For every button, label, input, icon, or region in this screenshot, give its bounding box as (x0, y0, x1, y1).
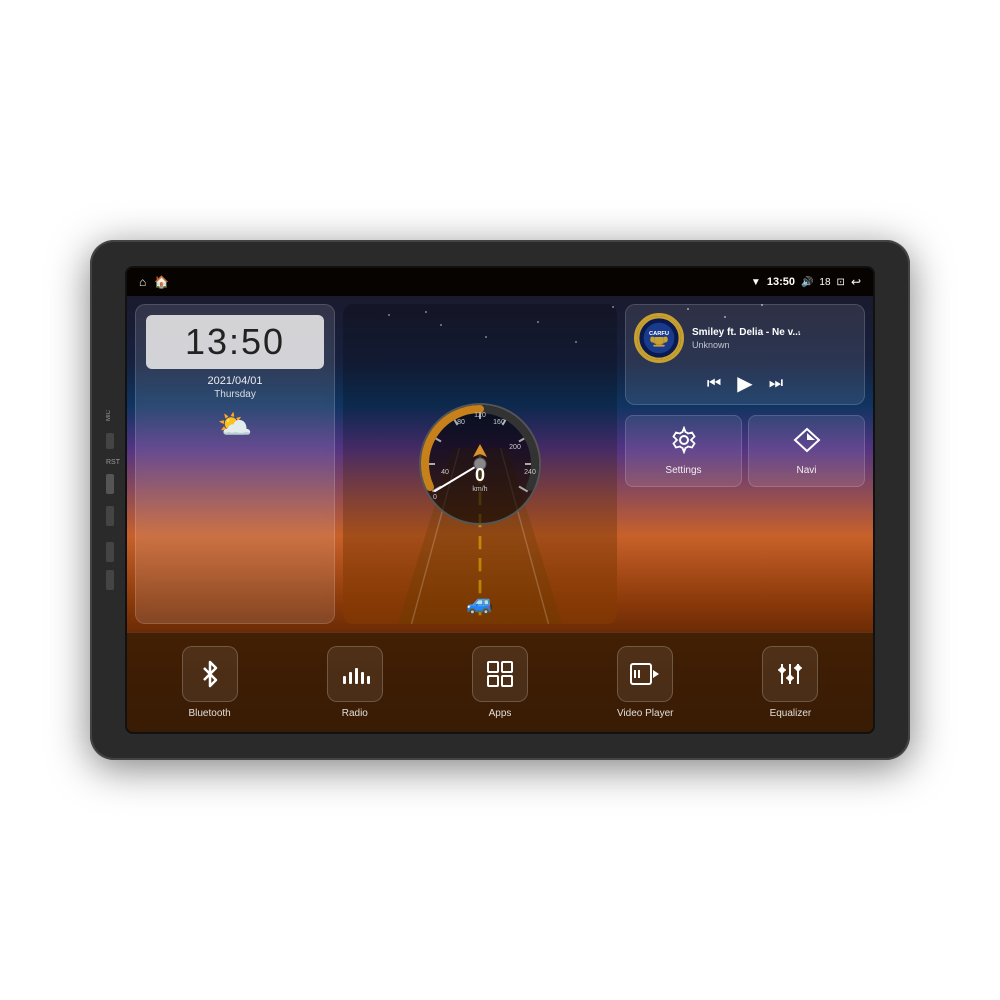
bluetooth-icon-wrapper (182, 646, 238, 702)
svg-text:0: 0 (433, 494, 437, 501)
clock-date: 2021/04/01 (146, 375, 324, 387)
car-headunit-device: MIC RST ⌂ 🏠 (90, 240, 910, 760)
radio-icon (339, 660, 371, 688)
menu-item-bluetooth[interactable]: Bluetooth (137, 646, 282, 719)
video-icon (629, 660, 661, 688)
apps-icon (486, 660, 514, 688)
clock-display: 13:50 (146, 315, 324, 369)
video-label: Video Player (617, 708, 674, 719)
equalizer-icon-wrapper (762, 646, 818, 702)
volume-icon: 🔊 (801, 277, 813, 288)
car-icon: 🚙 (466, 590, 493, 616)
svg-text:40: 40 (441, 469, 449, 476)
video-icon-wrapper (617, 646, 673, 702)
bluetooth-icon (196, 660, 224, 688)
bluetooth-label: Bluetooth (188, 708, 230, 719)
radio-icon-wrapper (327, 646, 383, 702)
status-right: ▼ 13:50 🔊 18 ⊡ ↩ (751, 275, 861, 289)
music-controls: ⏮ ▶ ⏭ (634, 371, 856, 396)
speed-panel: 🚙 (343, 304, 617, 624)
play-button[interactable]: ▶ (737, 371, 752, 396)
settings-label: Settings (665, 465, 701, 476)
svg-text:240: 240 (524, 469, 536, 476)
apps-icon-wrapper (472, 646, 528, 702)
music-top: CARFU Smiley ft. Delia (634, 313, 856, 363)
rst-label: RST (106, 459, 120, 466)
right-column: CARFU Smiley ft. Delia (625, 304, 865, 624)
svg-text:80: 80 (457, 419, 465, 426)
svg-text:CARFU: CARFU (649, 331, 669, 337)
apps-label: Apps (489, 708, 512, 719)
home-icon[interactable]: ⌂ (139, 275, 146, 289)
clock-colon: : (229, 321, 241, 362)
svg-text:160: 160 (493, 419, 505, 426)
music-title: Smiley ft. Delia - Ne v... (692, 327, 856, 338)
next-track-button[interactable]: ⏭ (769, 375, 783, 393)
equalizer-label: Equalizer (770, 708, 812, 719)
back-icon[interactable]: ↩ (851, 275, 861, 289)
hardware-side-buttons: MIC RST (106, 410, 120, 590)
svg-text:120: 120 (474, 412, 486, 419)
svg-text:0: 0 (475, 465, 485, 485)
settings-icon (670, 426, 698, 461)
clock-hours: 13 (185, 321, 229, 362)
speedometer-svg: 0 40 80 120 160 200 240 0 km (415, 399, 545, 529)
navi-label: Navi (796, 465, 816, 476)
menu-item-apps[interactable]: Apps (427, 646, 572, 719)
bottom-menu: Bluetooth Radio (127, 632, 873, 732)
menu-item-equalizer[interactable]: Equalizer (718, 646, 863, 719)
hw-button-home[interactable] (106, 433, 114, 449)
radio-label: Radio (342, 708, 368, 719)
android-home-icon[interactable]: 🏠 (154, 275, 169, 289)
clock-time: 13:50 (156, 321, 314, 363)
clock-minutes: 50 (241, 321, 285, 362)
settings-navi-row: Settings Navi (625, 415, 865, 487)
volume-level: 18 (819, 277, 830, 288)
status-left: ⌂ 🏠 (139, 275, 169, 289)
equalizer-icon (774, 660, 806, 688)
svg-text:200: 200 (509, 444, 521, 451)
main-screen: ⌂ 🏠 ▼ 13:50 🔊 18 ⊡ ↩ 13:50 (125, 266, 875, 734)
navi-icon (793, 426, 821, 461)
music-artist: Unknown (692, 340, 856, 350)
wifi-signal-icon: ▼ (751, 277, 761, 288)
mic-label: MIC (106, 410, 120, 421)
prev-track-button[interactable]: ⏮ (707, 375, 721, 393)
menu-item-video[interactable]: Video Player (573, 646, 718, 719)
settings-button[interactable]: Settings (625, 415, 742, 487)
status-time: 13:50 (767, 276, 795, 288)
music-logo: CARFU (634, 313, 684, 363)
hw-button-nav[interactable] (106, 506, 114, 526)
main-content: 13:50 2021/04/01 Thursday ⛅ (127, 296, 873, 732)
hw-button-vol-up[interactable] (106, 542, 114, 562)
navi-button[interactable]: Navi (748, 415, 865, 487)
window-icon: ⊡ (837, 277, 845, 288)
clock-day: Thursday (146, 389, 324, 400)
music-panel: CARFU Smiley ft. Delia (625, 304, 865, 405)
menu-item-radio[interactable]: Radio (282, 646, 427, 719)
hw-button-power[interactable] (106, 474, 114, 494)
hw-button-vol-down[interactable] (106, 570, 114, 590)
clock-panel: 13:50 2021/04/01 Thursday ⛅ (135, 304, 335, 624)
status-bar: ⌂ 🏠 ▼ 13:50 🔊 18 ⊡ ↩ (127, 268, 873, 296)
music-info: Smiley ft. Delia - Ne v... Unknown (692, 327, 856, 350)
speedometer-container: 0 40 80 120 160 200 240 0 km (343, 304, 617, 624)
weather-icon: ⛅ (146, 408, 324, 441)
svg-text:km/h: km/h (472, 486, 487, 493)
